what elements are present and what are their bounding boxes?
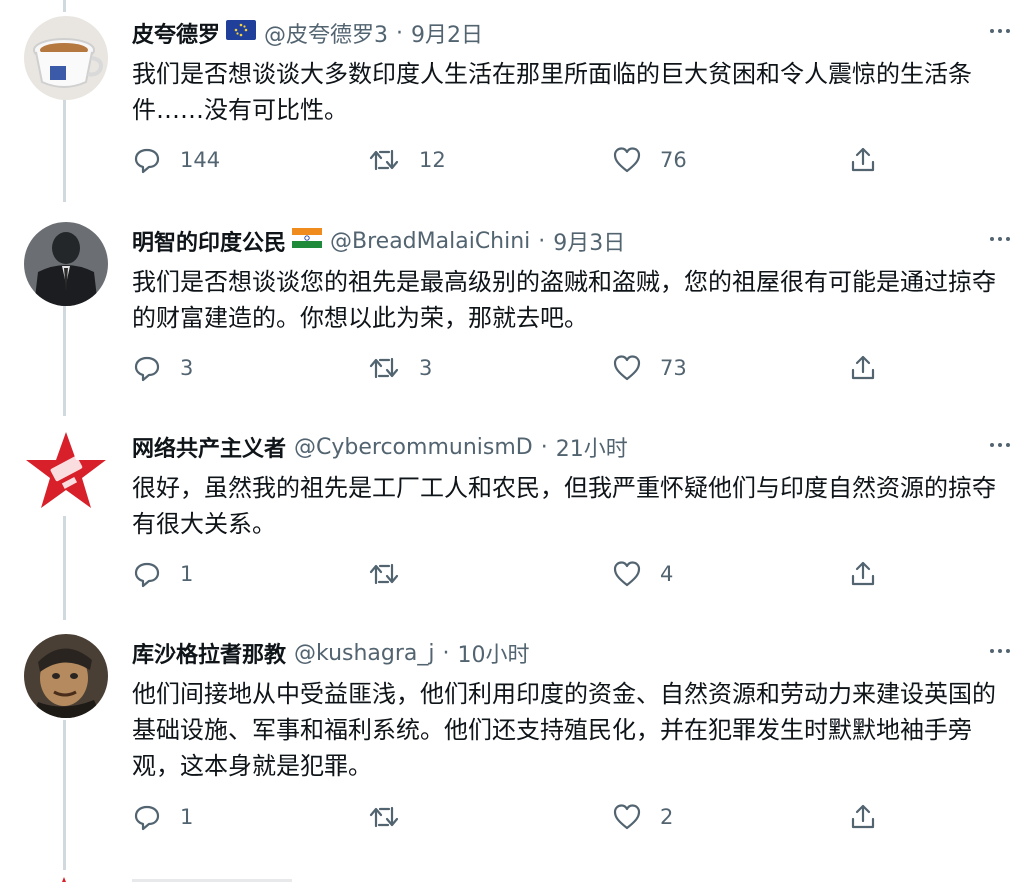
like-count: 73	[660, 356, 687, 380]
timestamp[interactable]: 21小时	[556, 431, 628, 463]
retweet-icon	[367, 145, 401, 175]
reply-icon	[132, 559, 162, 589]
reply-count: 3	[180, 356, 194, 380]
timestamp[interactable]: 9月2日	[411, 17, 483, 49]
tweet-header: 网络共产主义者 @CybercommunismD · 21小时	[132, 428, 628, 466]
share-button[interactable]	[848, 348, 878, 388]
display-name[interactable]: 皮夸德罗	[132, 17, 220, 49]
heart-icon	[612, 559, 642, 589]
retweet-icon	[367, 802, 401, 832]
share-button[interactable]	[848, 140, 878, 180]
thread-connector-line	[63, 516, 66, 620]
retweet-button[interactable]: 3	[367, 348, 432, 388]
thread-connector-line	[63, 306, 66, 416]
tweet-text: 我们是否想谈谈您的祖先是最高级别的盗贼和盗贼，您的祖屋很有可能是通过掠夺的财富建…	[132, 268, 996, 332]
more-icon[interactable]	[985, 16, 1015, 46]
retweet-icon	[367, 559, 401, 589]
heart-icon	[612, 802, 642, 832]
like-button[interactable]: 4	[612, 554, 673, 594]
display-name[interactable]: 网络共产主义者	[132, 431, 286, 463]
like-count: 76	[660, 148, 687, 172]
tweet-header: 明智的印度公民 @BreadMalaiChini · 9月3日	[132, 222, 625, 260]
separator: ·	[540, 434, 548, 460]
tweet-text: 他们间接地从中受益匪浅，他们利用印度的资金、自然资源和劳动力来建设英国的基础设施…	[132, 680, 996, 780]
separator: ·	[538, 228, 546, 254]
avatar[interactable]	[24, 430, 108, 514]
like-button[interactable]: 73	[612, 348, 687, 388]
retweet-button[interactable]	[367, 554, 419, 594]
tweet-header: 库沙格拉耆那教 @kushagra_j · 10小时	[132, 634, 530, 672]
share-icon	[848, 145, 878, 175]
like-button[interactable]: 2	[612, 797, 673, 837]
next-tweet-avatar-partial	[54, 872, 74, 882]
reply-icon	[132, 353, 162, 383]
next-tweet-header-partial	[132, 868, 302, 882]
tweet-actions: 144 12 76	[132, 140, 892, 180]
reply-button[interactable]: 1	[132, 554, 193, 594]
avatar[interactable]	[24, 634, 108, 718]
thread-connector-line	[63, 720, 66, 870]
reply-button[interactable]: 1	[132, 797, 193, 837]
separator: ·	[442, 640, 450, 666]
share-icon	[848, 559, 878, 589]
retweet-count: 12	[419, 148, 446, 172]
heart-icon	[612, 353, 642, 383]
tweet-text: 很好，虽然我的祖先是工厂工人和农民，但我严重怀疑他们与印度自然资源的掠夺有很大关…	[132, 474, 996, 538]
eu-flag-icon	[226, 20, 257, 46]
thread-connector-line	[63, 98, 66, 202]
reply-count: 1	[180, 805, 194, 829]
avatar[interactable]	[24, 222, 108, 306]
more-icon[interactable]	[985, 636, 1015, 666]
like-count: 2	[660, 805, 674, 829]
reply-count: 144	[180, 148, 221, 172]
reply-button[interactable]: 3	[132, 348, 193, 388]
like-count: 4	[660, 562, 674, 586]
reply-button[interactable]: 144	[132, 140, 220, 180]
handle[interactable]: @CybercommunismD	[294, 435, 533, 460]
timestamp[interactable]: 10小时	[458, 637, 530, 669]
timestamp[interactable]: 9月3日	[553, 225, 625, 257]
handle[interactable]: @皮夸德罗3	[264, 17, 388, 49]
like-button[interactable]: 76	[612, 140, 687, 180]
reply-count: 1	[180, 562, 194, 586]
thread-connector-line	[63, 0, 66, 12]
retweet-button[interactable]: 12	[367, 140, 446, 180]
heart-icon	[612, 145, 642, 175]
share-button[interactable]	[848, 554, 878, 594]
reply-icon	[132, 802, 162, 832]
retweet-count: 3	[419, 356, 433, 380]
separator: ·	[396, 20, 404, 46]
more-icon[interactable]	[985, 224, 1015, 254]
display-name[interactable]: 库沙格拉耆那教	[132, 637, 286, 669]
handle[interactable]: @BreadMalaiChini	[330, 229, 530, 254]
more-icon[interactable]	[985, 430, 1015, 460]
share-button[interactable]	[848, 797, 878, 837]
tweet-actions: 1 4	[132, 554, 892, 594]
handle[interactable]: @kushagra_j	[294, 641, 435, 666]
tweet-actions: 1 2	[132, 797, 892, 837]
tweet-text: 我们是否想谈谈大多数印度人生活在那里所面临的巨大贫困和令人震惊的生活条件……没有…	[132, 60, 972, 124]
retweet-icon	[367, 353, 401, 383]
display-name[interactable]: 明智的印度公民	[132, 225, 286, 257]
avatar[interactable]	[24, 16, 108, 100]
retweet-button[interactable]	[367, 797, 419, 837]
share-icon	[848, 353, 878, 383]
share-icon	[848, 802, 878, 832]
tweet-header: 皮夸德罗 @皮夸德罗3 · 9月2日	[132, 14, 483, 52]
tweet-actions: 3 3 73	[132, 348, 892, 388]
reply-thread: 皮夸德罗 @皮夸德罗3 · 9月2日 我们是否想谈谈大多数印度人生活在那里所面临…	[0, 0, 1021, 882]
reply-icon	[132, 145, 162, 175]
india-flag-icon	[292, 228, 323, 254]
